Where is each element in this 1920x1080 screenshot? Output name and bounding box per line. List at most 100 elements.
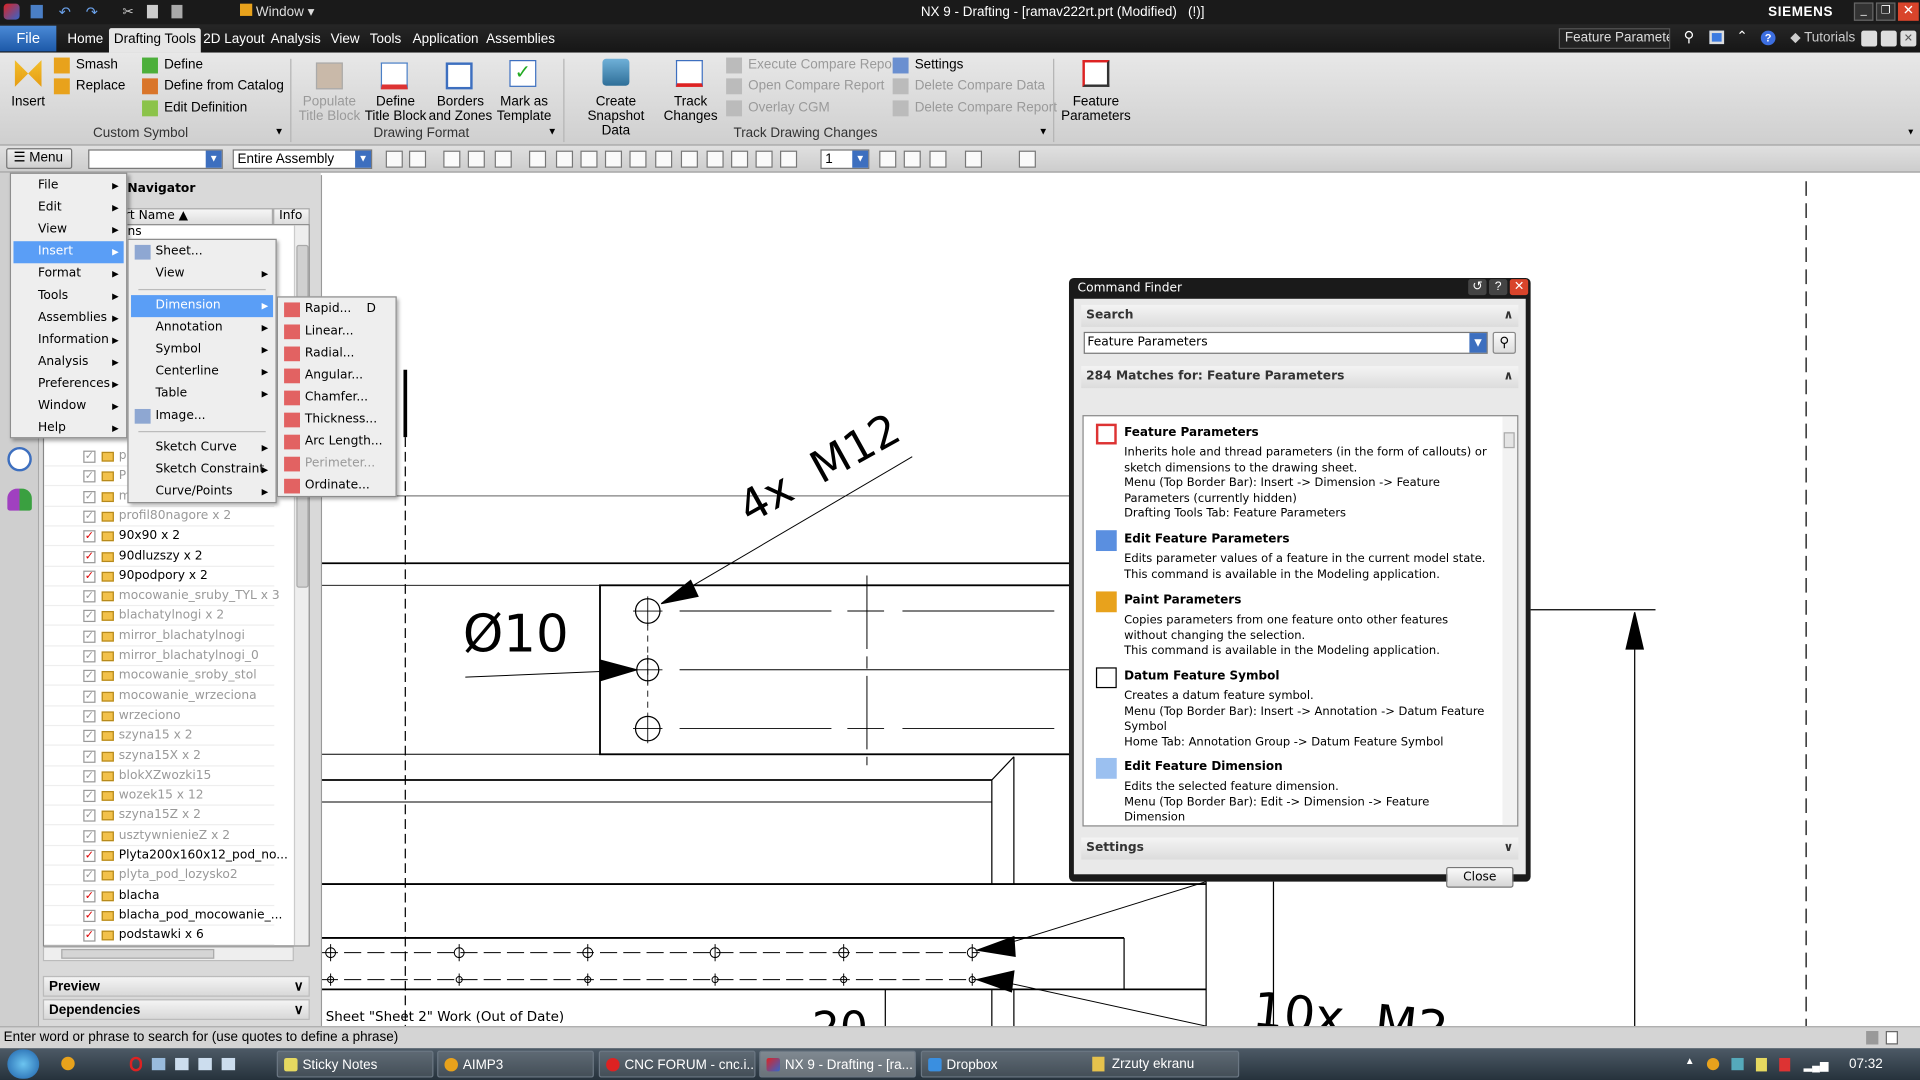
taskbar-sticky-notes[interactable]: Sticky Notes — [276, 1050, 434, 1078]
menu-item-preferences[interactable]: Preferences ▶ — [13, 373, 123, 395]
paint-parameters-icon — [1095, 591, 1117, 613]
quicklaunch-window-icon[interactable] — [151, 1057, 166, 1071]
insert-item-curve-points[interactable]: Curve/Points ▶ — [131, 481, 273, 503]
dimension-item-chamfer[interactable]: Chamfer... — [280, 387, 393, 409]
insert-item-annotation[interactable]: Annotation ▶ — [131, 317, 273, 339]
dimension-item-arc-length[interactable]: Arc Length... — [280, 431, 393, 453]
result-item[interactable]: Edit Feature Dimension Edits the selected… — [1095, 757, 1491, 825]
datum-feature-symbol-icon — [1095, 667, 1117, 689]
submenu-arrow-icon: ▶ — [261, 443, 269, 454]
sheet-status: Sheet "Sheet 2" Work (Out of Date) — [326, 1010, 564, 1025]
taskbar-label: Dropbox — [946, 1057, 998, 1073]
menu-item-label: Insert — [37, 244, 74, 259]
insert-item-label: Image... — [155, 408, 206, 423]
search-section-header[interactable]: Search ∧ — [1081, 304, 1519, 327]
quicklaunch-aimp-icon[interactable] — [61, 1056, 75, 1071]
taskbar-nx9[interactable]: NX 9 - Drafting - [ra... — [759, 1050, 916, 1078]
tray-aimp-icon[interactable] — [1706, 1057, 1720, 1071]
menu-item-label: Edit — [37, 200, 62, 215]
submenu-arrow-icon: ▶ — [112, 291, 119, 302]
submenu-arrow-icon: ▶ — [112, 269, 119, 280]
submenu-arrow-icon: ▶ — [112, 379, 119, 390]
find-button[interactable]: ⚲ — [1492, 331, 1516, 354]
submenu-arrow-icon: ▶ — [112, 313, 119, 324]
dimension-item-label: Arc Length... — [304, 434, 383, 449]
dimension-item-label: Perimeter... — [304, 456, 376, 471]
linear-dimension-icon — [284, 324, 301, 340]
tray-alert-icon[interactable] — [1779, 1057, 1791, 1072]
taskbar-zrzuty-ekranu[interactable]: Zrzuty ekranu — [1087, 1051, 1194, 1078]
menu-item-assemblies[interactable]: Assemblies ▶ — [13, 307, 123, 329]
insert-item-image[interactable]: Image... — [131, 405, 273, 427]
tray-notes-icon[interactable] — [1755, 1057, 1767, 1072]
tray-expand-icon[interactable]: ▲ — [1685, 1056, 1695, 1067]
insert-item-sketch-curve[interactable]: Sketch Curve ▶ — [131, 437, 273, 459]
dimension-item-ordinate[interactable]: Ordinate... — [280, 475, 393, 497]
insert-item-symbol[interactable]: Symbol ▶ — [131, 339, 273, 361]
dimension-item-thickness[interactable]: Thickness... — [280, 409, 393, 431]
result-item[interactable]: Datum Feature Symbol Creates a datum feat… — [1095, 667, 1491, 751]
result-item[interactable]: Edit Feature Parameters Edits parameter v… — [1095, 530, 1491, 583]
insert-item-label: Curve/Points — [155, 484, 233, 499]
settings-section-header[interactable]: Settings ∨ — [1081, 837, 1519, 860]
taskbar-label: Sticky Notes — [302, 1057, 378, 1073]
rapid-dimension-icon — [284, 302, 301, 318]
result-item[interactable]: Feature Parameters Inherits hole and thre… — [1095, 423, 1491, 522]
menu-item-information[interactable]: Information ▶ — [13, 329, 123, 351]
dimension-item-linear[interactable]: Linear... — [280, 321, 393, 343]
dimension-item-angular[interactable]: Angular... — [280, 365, 393, 387]
menu-item-window[interactable]: Window ▶ — [13, 396, 123, 418]
dimension-item-rapid[interactable]: Rapid... D — [280, 299, 393, 321]
quicklaunch-window-icon[interactable] — [198, 1057, 212, 1071]
quicklaunch-window-icon[interactable] — [221, 1057, 236, 1071]
taskbar-opera[interactable]: CNC FORUM - cnc.i... — [598, 1050, 756, 1078]
status-bar: Enter word or phrase to search for (use … — [0, 1026, 1920, 1049]
menu-item-file[interactable]: File ▶ — [13, 175, 123, 197]
dimension-item-perimeter[interactable]: Perimeter... — [280, 453, 393, 475]
layout-toggle-icon[interactable] — [1885, 1031, 1898, 1045]
quicklaunch-opera-icon[interactable] — [129, 1056, 143, 1072]
chevron-down-icon[interactable]: ▼ — [1469, 333, 1487, 353]
menu-item-analysis[interactable]: Analysis ▶ — [13, 351, 123, 373]
menu-item-tools[interactable]: Tools ▶ — [13, 285, 123, 307]
command-finder-search-input[interactable]: Feature Parameters ▼ — [1083, 331, 1488, 354]
sheet-icon — [134, 244, 151, 260]
menu-item-format[interactable]: Format ▶ — [13, 263, 123, 285]
help-button[interactable]: ? — [1488, 279, 1508, 296]
taskbar-label: NX 9 - Drafting - [ra... — [784, 1057, 913, 1073]
nx-icon — [766, 1057, 781, 1072]
diameter-dimension[interactable]: Ø10 — [463, 604, 569, 664]
insert-item-centerline[interactable]: Centerline ▶ — [131, 361, 273, 383]
thread-callout[interactable]: 4x M12 — [730, 404, 909, 534]
close-dialog-button[interactable]: Close — [1446, 866, 1514, 888]
layout-toggle-icon[interactable] — [1866, 1031, 1879, 1045]
insert-item-table[interactable]: Table ▶ — [131, 383, 273, 405]
dropbox-icon — [928, 1057, 942, 1072]
submenu-arrow-icon: ▶ — [112, 423, 119, 434]
network-signal-icon[interactable]: ▂▄▆ — [1804, 1059, 1829, 1072]
dialog-close-button[interactable]: ✕ — [1509, 279, 1529, 296]
quicklaunch-window-icon[interactable] — [175, 1057, 189, 1071]
insert-item-label: Annotation — [155, 320, 223, 335]
start-button[interactable] — [7, 1049, 40, 1079]
clock[interactable]: 07:32 — [1849, 1057, 1883, 1072]
menu-item-edit[interactable]: Edit ▶ — [13, 197, 123, 219]
menu-item-insert[interactable]: Insert ▶ — [13, 241, 124, 264]
tray-dropbox-icon[interactable] — [1731, 1057, 1744, 1071]
insert-item-sheet[interactable]: Sheet... — [131, 241, 273, 263]
dimension-item-radial[interactable]: Radial... — [280, 343, 393, 365]
menu-item-label: Format — [37, 266, 82, 281]
reset-icon[interactable]: ↺ — [1468, 279, 1487, 296]
menu-item-view[interactable]: View ▶ — [13, 219, 123, 241]
taskbar-aimp3[interactable]: AIMP3 — [437, 1050, 594, 1078]
matches-section-header[interactable]: 284 Matches for: Feature Parameters ∧ — [1081, 366, 1519, 389]
results-scrollbar[interactable] — [1502, 416, 1518, 826]
scrollbar-thumb[interactable] — [1503, 432, 1515, 449]
result-description: This command is available in the Modelin… — [1124, 567, 1440, 582]
insert-item-view[interactable]: View ▶ — [131, 263, 273, 285]
insert-item-sketch-constraint[interactable]: Sketch Constraint ▶ — [131, 459, 273, 481]
insert-item-dimension[interactable]: Dimension ▶ — [131, 295, 274, 318]
menu-item-help[interactable]: Help ▶ — [13, 418, 123, 440]
result-description: Inherits hole and thread parameters (in … — [1124, 446, 1487, 475]
result-item[interactable]: Paint Parameters Copies parameters from o… — [1095, 591, 1491, 660]
